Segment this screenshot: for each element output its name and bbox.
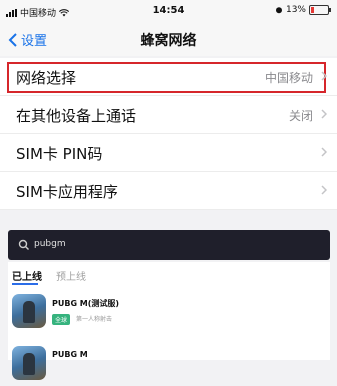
app-badge: 全球 [52,314,71,325]
search-icon [18,239,29,250]
row-label: SIM卡 PIN码 [16,145,103,163]
active-tab-indicator [12,283,38,285]
app-list-item[interactable]: PUBG M [12,346,322,386]
chevron-right-icon [321,147,327,157]
sim-pin-row[interactable]: SIM卡 PIN码 [0,134,337,172]
page-title: 蜂窝网络 [140,33,197,49]
tab-pre-release[interactable]: 预上线 [56,268,86,283]
row-value: 中国移动 [264,71,313,85]
status-bar: 中国移动 14:54 13% [0,0,337,22]
app-icon [12,346,46,380]
row-value: 关闭 [288,109,313,123]
sim-applications-row[interactable]: SIM卡应用程序 [0,172,337,210]
app-list-item[interactable]: PUBG M(测试服) 全球 第一人称射击 [12,294,322,334]
row-label: 在其他设备上通话 [16,107,137,125]
search-query: pubgm [34,239,66,249]
app-name: PUBG M [52,350,88,359]
status-right: 13% [275,5,331,15]
chevron-right-icon [321,71,327,81]
calls-on-other-devices-row[interactable]: 在其他设备上通话 关闭 [0,96,337,134]
app-subtitle: 第一人称射击 [76,316,113,323]
alarm-icon [275,7,282,14]
search-input[interactable]: pubgm [8,230,330,260]
network-selection-row[interactable]: 网络选择 中国移动 [0,58,337,96]
settings-list: 网络选择 中国移动 在其他设备上通话 关闭 SIM卡 PIN码 SIM卡应用程序 [0,58,337,210]
app-icon [12,294,46,328]
chevron-right-icon [321,109,327,119]
app-name: PUBG M(测试服) [52,299,120,308]
battery-icon [309,5,331,15]
row-label: SIM卡应用程序 [16,183,118,201]
results-panel: 已上线 预上线 PUBG M(测试服) 全球 第一人称射击 PUBG M [8,262,330,380]
row-label: 网络选择 [16,69,77,87]
tab-bar: 已上线 预上线 [12,268,86,283]
tab-online[interactable]: 已上线 [12,268,42,283]
chevron-right-icon [321,185,327,195]
navigation-bar: 设置 蜂窝网络 [0,22,337,56]
battery-percent: 13% [285,5,306,15]
